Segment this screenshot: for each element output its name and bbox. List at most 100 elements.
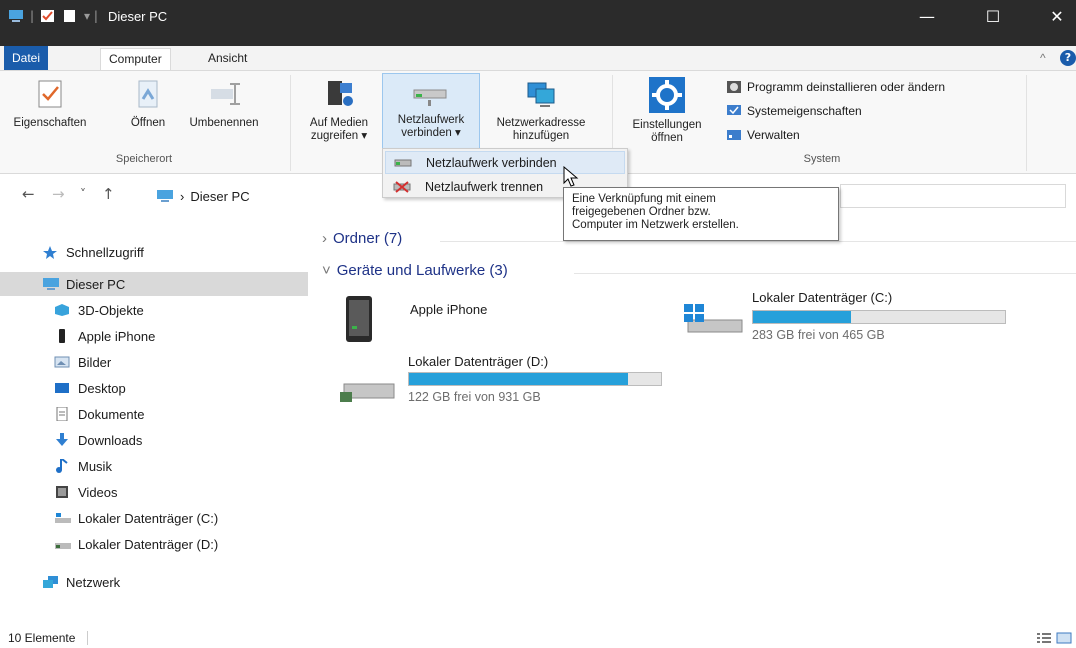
minimize-button[interactable]: — — [904, 0, 950, 32]
open-settings-button[interactable]: Einstellungen öffnen — [618, 73, 716, 145]
windows-drive-icon — [684, 304, 743, 333]
menu-item-label: Netzlaufwerk verbinden — [426, 155, 557, 170]
uninstall-label: Programm deinstallieren oder ändern — [747, 80, 946, 94]
device-name: Lokaler Datenträger (C:) — [752, 290, 893, 305]
manage-icon — [727, 130, 741, 140]
music-icon — [54, 458, 70, 473]
recent-locations-button[interactable]: ˅ — [80, 187, 86, 201]
properties-check-icon[interactable] — [40, 9, 56, 23]
toolbar-separator: | — [30, 9, 35, 23]
rename-button[interactable]: Umbenennen — [178, 73, 270, 130]
quick-access-toolbar: | ▾ | Dieser PC — [8, 6, 167, 26]
sidebar-label: Schnellzugriff — [66, 244, 144, 260]
sidebar-label: Bilder — [78, 354, 112, 370]
phone-device-icon — [346, 296, 372, 342]
menu-item-connect-drive[interactable]: Netzlaufwerk verbinden — [385, 151, 625, 174]
network-icon — [42, 575, 58, 589]
folders-group-header[interactable]: › Ordner (7) — [322, 230, 402, 247]
document-icon — [54, 406, 70, 422]
sidebar-item-desktop[interactable]: Desktop — [0, 376, 308, 400]
devices-group-label: Geräte und Laufwerke (3) — [336, 262, 508, 279]
forward-button[interactable]: → — [52, 185, 65, 203]
sidebar-label: Downloads — [78, 432, 143, 448]
content-pane: › Ordner (7) ˅ Geräte und Laufwerke (3) … — [312, 218, 1076, 628]
drive-usage-fill — [753, 311, 852, 323]
drive-usage-bar — [752, 310, 1006, 324]
sidebar-label: Videos — [78, 484, 118, 500]
drive-free-space: 283 GB frei von 465 GB — [752, 328, 885, 342]
sidebar-item-music[interactable]: Musik — [0, 454, 308, 478]
item-count: 10 Elemente — [8, 631, 76, 645]
media-access-button[interactable]: Auf Medien zugreifen ▾ — [296, 73, 382, 143]
tooltip-line: Computer im Netzwerk erstellen. — [572, 219, 739, 231]
desktop-icon — [54, 381, 70, 395]
sidebar-item-quick-access[interactable]: Schnellzugriff — [0, 240, 308, 264]
map-network-drive-button[interactable]: Netzlaufwerk verbinden ▾ — [382, 73, 480, 153]
open-button[interactable]: Öffnen — [120, 73, 176, 130]
sidebar-item-downloads[interactable]: Downloads — [0, 428, 308, 452]
back-button[interactable]: ← — [22, 185, 35, 203]
address-separator: › — [180, 188, 185, 204]
sidebar-label: Apple iPhone — [78, 328, 156, 344]
sidebar-item-videos[interactable]: Videos — [0, 480, 308, 504]
system-properties-label: Systemeigenschaften — [747, 104, 862, 118]
devices-group-header[interactable]: ˅ Geräte und Laufwerke (3) — [322, 262, 508, 279]
device-drive-c[interactable]: Lokaler Datenträger (C:) 283 GB frei von… — [682, 290, 1012, 350]
tab-file[interactable]: Datei — [4, 46, 49, 70]
sidebar-item-network[interactable]: Netzwerk — [0, 570, 308, 594]
sidebar-label: Netzwerk — [66, 574, 121, 590]
sidebar-item-3d-objects[interactable]: 3D-Objekte — [0, 298, 308, 322]
collapsed-chevron-icon: › — [322, 230, 327, 247]
system-properties-button[interactable]: Systemeigenschaften — [726, 104, 862, 118]
details-view-icon[interactable] — [1036, 632, 1052, 644]
sidebar-item-apple-iphone[interactable]: Apple iPhone — [0, 324, 308, 348]
ribbon-separator — [1026, 75, 1027, 171]
this-pc-icon — [157, 190, 173, 202]
maximize-button[interactable]: ☐ — [970, 0, 1016, 32]
status-divider — [87, 631, 89, 645]
sidebar-item-drive-d[interactable]: Lokaler Datenträger (D:) — [0, 532, 308, 556]
new-folder-icon[interactable] — [62, 9, 78, 23]
group-label-location: Speicherort — [115, 153, 173, 165]
menu-item-label: Netzlaufwerk trennen — [425, 179, 544, 194]
sidebar-label: Dokumente — [78, 406, 145, 422]
manage-button[interactable]: Verwalten — [726, 128, 800, 142]
tooltip: Eine Verknüpfung mit einem freigegebenen… — [563, 187, 839, 241]
network-drive-icon — [413, 89, 447, 106]
sidebar-label: Lokaler Datenträger (D:) — [78, 536, 219, 552]
navigation-pane: Schnellzugriff Dieser PC 3D-Objekte Appl… — [0, 218, 310, 628]
sidebar-item-drive-c[interactable]: Lokaler Datenträger (C:) — [0, 506, 308, 530]
system-properties-icon — [727, 105, 741, 115]
drive-c-icon — [54, 511, 71, 525]
close-button[interactable]: ✕ — [1034, 0, 1076, 32]
sidebar-item-documents[interactable]: Dokumente — [0, 402, 308, 426]
drive-d-icon — [54, 537, 71, 551]
device-drive-d[interactable]: Lokaler Datenträger (D:) 122 GB frei von… — [338, 354, 678, 414]
phone-icon — [54, 329, 70, 343]
sidebar-label: Dieser PC — [66, 276, 126, 292]
uninstall-program-button[interactable]: Programm deinstallieren oder ändern — [726, 80, 945, 94]
star-icon — [42, 245, 58, 259]
customize-toolbar-icon[interactable]: ▾ | — [84, 9, 98, 23]
sidebar-item-this-pc[interactable]: Dieser PC — [0, 272, 308, 296]
collapse-ribbon-icon[interactable]: ^ — [1032, 48, 1054, 70]
tab-computer[interactable]: Computer — [100, 48, 171, 70]
help-icon[interactable]: ? — [1060, 50, 1076, 66]
search-box[interactable] — [840, 184, 1066, 208]
add-network-location-button[interactable]: Netzwerkadresse hinzufügen — [482, 73, 600, 143]
device-name: Lokaler Datenträger (D:) — [408, 354, 549, 369]
drive-usage-bar — [408, 372, 662, 386]
tooltip-line: freigegebenen Ordner bzw. — [572, 206, 711, 218]
device-apple-iphone[interactable]: Apple iPhone — [338, 292, 598, 348]
up-button[interactable]: ↑ — [102, 185, 115, 203]
tiles-view-icon[interactable] — [1056, 632, 1072, 644]
rename-icon — [211, 83, 240, 105]
tab-view[interactable]: Ansicht — [200, 48, 255, 70]
sidebar-item-pictures[interactable]: Bilder — [0, 350, 308, 374]
open-label: Öffnen — [130, 117, 166, 129]
group-label-system: System — [803, 153, 841, 165]
properties-button[interactable]: Eigenschaften — [4, 73, 96, 130]
disconnect-drive-icon — [393, 180, 411, 193]
settings-label-1: Einstellungen — [632, 119, 702, 131]
this-pc-icon — [42, 277, 59, 291]
